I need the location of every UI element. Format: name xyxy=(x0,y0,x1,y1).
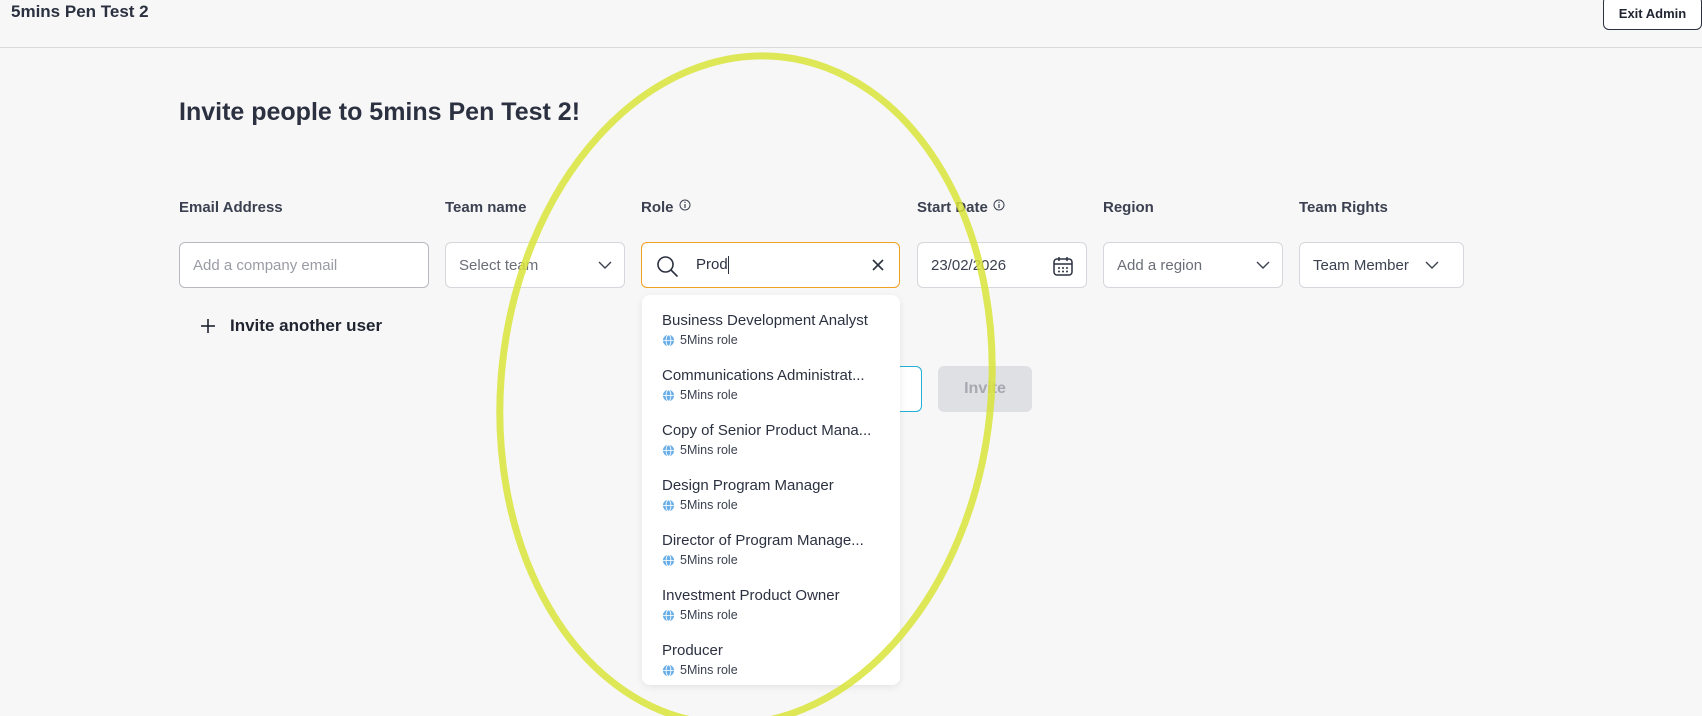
globe-icon xyxy=(662,334,675,346)
info-icon[interactable] xyxy=(993,199,1005,211)
role-option[interactable]: Director of Program Manage... 5Mins role xyxy=(662,532,890,567)
globe-icon xyxy=(662,499,675,511)
role-column-label: Role xyxy=(641,199,691,216)
chevron-down-icon xyxy=(598,261,612,269)
role-option[interactable]: Design Program Manager 5Mins role xyxy=(662,477,890,512)
role-search-input[interactable]: Prod xyxy=(641,242,900,288)
role-option[interactable]: Business Development Analyst 5Mins role xyxy=(662,312,890,347)
text-caret xyxy=(727,256,729,275)
globe-icon xyxy=(662,554,675,566)
invite-button[interactable]: Invite xyxy=(938,366,1032,412)
team-select[interactable]: Select team xyxy=(445,242,625,288)
exit-admin-button[interactable]: Exit Admin xyxy=(1603,0,1702,30)
page-title: Invite people to 5mins Pen Test 2! xyxy=(179,98,581,126)
start-date-input[interactable]: 23/02/2026 xyxy=(917,242,1087,288)
top-bar: 5mins Pen Test 2 Exit Admin xyxy=(0,0,1702,48)
region-column-label: Region xyxy=(1103,199,1154,216)
role-option[interactable]: Communications Administrat... 5Mins role xyxy=(662,367,890,402)
globe-icon xyxy=(662,444,675,456)
role-search-text: Prod xyxy=(696,256,729,275)
email-column-label: Email Address xyxy=(179,199,283,216)
start-date-column-label: Start Date xyxy=(917,199,1005,216)
team-column-label: Team name xyxy=(445,199,527,216)
search-icon xyxy=(657,256,678,277)
globe-icon xyxy=(662,389,675,401)
role-option[interactable]: Producer 5Mins role xyxy=(662,642,890,677)
chevron-down-icon xyxy=(1425,261,1439,269)
region-select[interactable]: Add a region xyxy=(1103,242,1283,288)
close-icon[interactable] xyxy=(871,258,885,272)
role-option[interactable]: Copy of Senior Product Mana... 5Mins rol… xyxy=(662,422,890,457)
info-icon[interactable] xyxy=(679,199,691,211)
chevron-down-icon xyxy=(1256,261,1270,269)
role-options-dropdown: Business Development Analyst 5Mins role … xyxy=(642,295,900,685)
globe-icon xyxy=(662,664,675,676)
team-rights-select[interactable]: Team Member xyxy=(1299,242,1464,288)
app-title: 5mins Pen Test 2 xyxy=(11,2,149,21)
team-rights-column-label: Team Rights xyxy=(1299,199,1388,216)
calendar-icon[interactable] xyxy=(1052,255,1074,277)
role-option[interactable]: Investment Product Owner 5Mins role xyxy=(662,587,890,622)
globe-icon xyxy=(662,609,675,621)
invite-another-user-button[interactable]: Invite another user xyxy=(200,316,382,336)
email-input[interactable]: Add a company email xyxy=(179,242,429,288)
plus-icon xyxy=(201,319,215,333)
